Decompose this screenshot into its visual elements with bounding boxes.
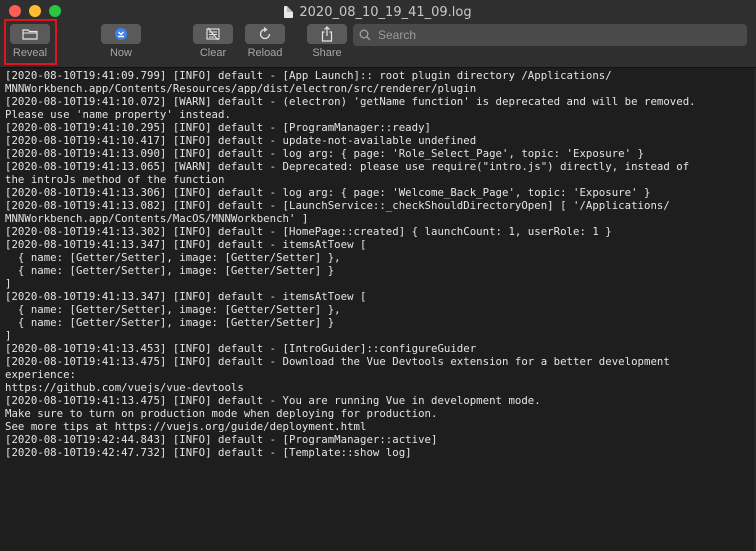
clear-tool[interactable]: Clear	[193, 24, 233, 59]
log-line: MNNWorkbench.app/Contents/MacOS/MNNWorkb…	[5, 212, 309, 225]
share-button[interactable]	[307, 24, 347, 44]
log-line: { name: [Getter/Setter], image: [Getter/…	[5, 316, 335, 329]
log-line: [2020-08-10T19:41:10.295] [INFO] default…	[5, 121, 431, 134]
log-line: experience:	[5, 368, 76, 381]
now-button[interactable]	[101, 24, 141, 44]
log-line: [2020-08-10T19:41:13.302] [INFO] default…	[5, 225, 612, 238]
window-title: 2020_08_10_19_41_09.log	[299, 4, 472, 20]
log-line: https://github.com/vuejs/vue-devtools	[5, 381, 244, 394]
search-input[interactable]	[376, 27, 740, 43]
now-label: Now	[109, 47, 132, 59]
toolbar: 2020_08_10_19_41_09.log Reveal Now Clear…	[0, 0, 756, 68]
log-line: ]	[5, 277, 12, 290]
clear-button[interactable]	[193, 24, 233, 44]
clear-label: Clear	[199, 47, 227, 59]
search-icon	[359, 29, 371, 41]
search-field[interactable]	[353, 24, 747, 46]
log-line: [2020-08-10T19:41:13.065] [WARN] default…	[5, 160, 690, 173]
log-line: Make sure to turn on production mode whe…	[5, 407, 438, 420]
console-window: 2020_08_10_19_41_09.log Reveal Now Clear…	[0, 0, 756, 551]
reload-button[interactable]	[245, 24, 285, 44]
log-line: [2020-08-10T19:41:13.475] [INFO] default…	[5, 355, 670, 368]
reload-icon	[259, 27, 271, 40]
log-line: the introJs method of the function	[5, 173, 225, 186]
log-line: { name: [Getter/Setter], image: [Getter/…	[5, 264, 335, 277]
log-line: [2020-08-10T19:41:10.072] [WARN] default…	[5, 95, 696, 108]
log-line: [2020-08-10T19:42:44.843] [INFO] default…	[5, 433, 438, 446]
window-title-bar: 2020_08_10_19_41_09.log	[0, 3, 756, 21]
log-line: [2020-08-10T19:42:47.732] [INFO] default…	[5, 446, 412, 459]
clear-icon	[206, 27, 220, 41]
log-line: [2020-08-10T19:41:10.417] [INFO] default…	[5, 134, 477, 147]
log-line: [2020-08-10T19:41:13.347] [INFO] default…	[5, 238, 367, 251]
log-line: See more tips at https://vuejs.org/guide…	[5, 420, 367, 433]
log-line: [2020-08-10T19:41:13.082] [INFO] default…	[5, 199, 670, 212]
reload-tool[interactable]: Reload	[245, 24, 285, 59]
log-line: { name: [Getter/Setter], image: [Getter/…	[5, 303, 341, 316]
log-line: [2020-08-10T19:41:09.799] [INFO] default…	[5, 69, 612, 82]
now-tool[interactable]: Now	[101, 24, 141, 59]
reload-label: Reload	[247, 47, 283, 59]
log-line: { name: [Getter/Setter], image: [Getter/…	[5, 251, 341, 264]
log-line: [2020-08-10T19:41:13.090] [INFO] default…	[5, 147, 644, 160]
log-line: [2020-08-10T19:41:13.453] [INFO] default…	[5, 342, 477, 355]
log-line: [2020-08-10T19:41:13.347] [INFO] default…	[5, 290, 367, 303]
log-view[interactable]: [2020-08-10T19:41:09.799] [INFO] default…	[0, 68, 756, 551]
log-line: [2020-08-10T19:41:13.475] [INFO] default…	[5, 394, 541, 407]
now-icon	[115, 28, 127, 40]
document-icon	[284, 6, 294, 18]
share-icon	[321, 26, 333, 42]
log-line: [2020-08-10T19:41:13.306] [INFO] default…	[5, 186, 651, 199]
log-line: ]	[5, 329, 12, 342]
share-label: Share	[312, 47, 342, 59]
log-line: Please use 'name property' instead.	[5, 108, 231, 121]
log-line: MNNWorkbench.app/Contents/Resources/app/…	[5, 82, 477, 95]
share-tool[interactable]: Share	[307, 24, 347, 59]
reveal-highlight-box	[4, 19, 57, 65]
